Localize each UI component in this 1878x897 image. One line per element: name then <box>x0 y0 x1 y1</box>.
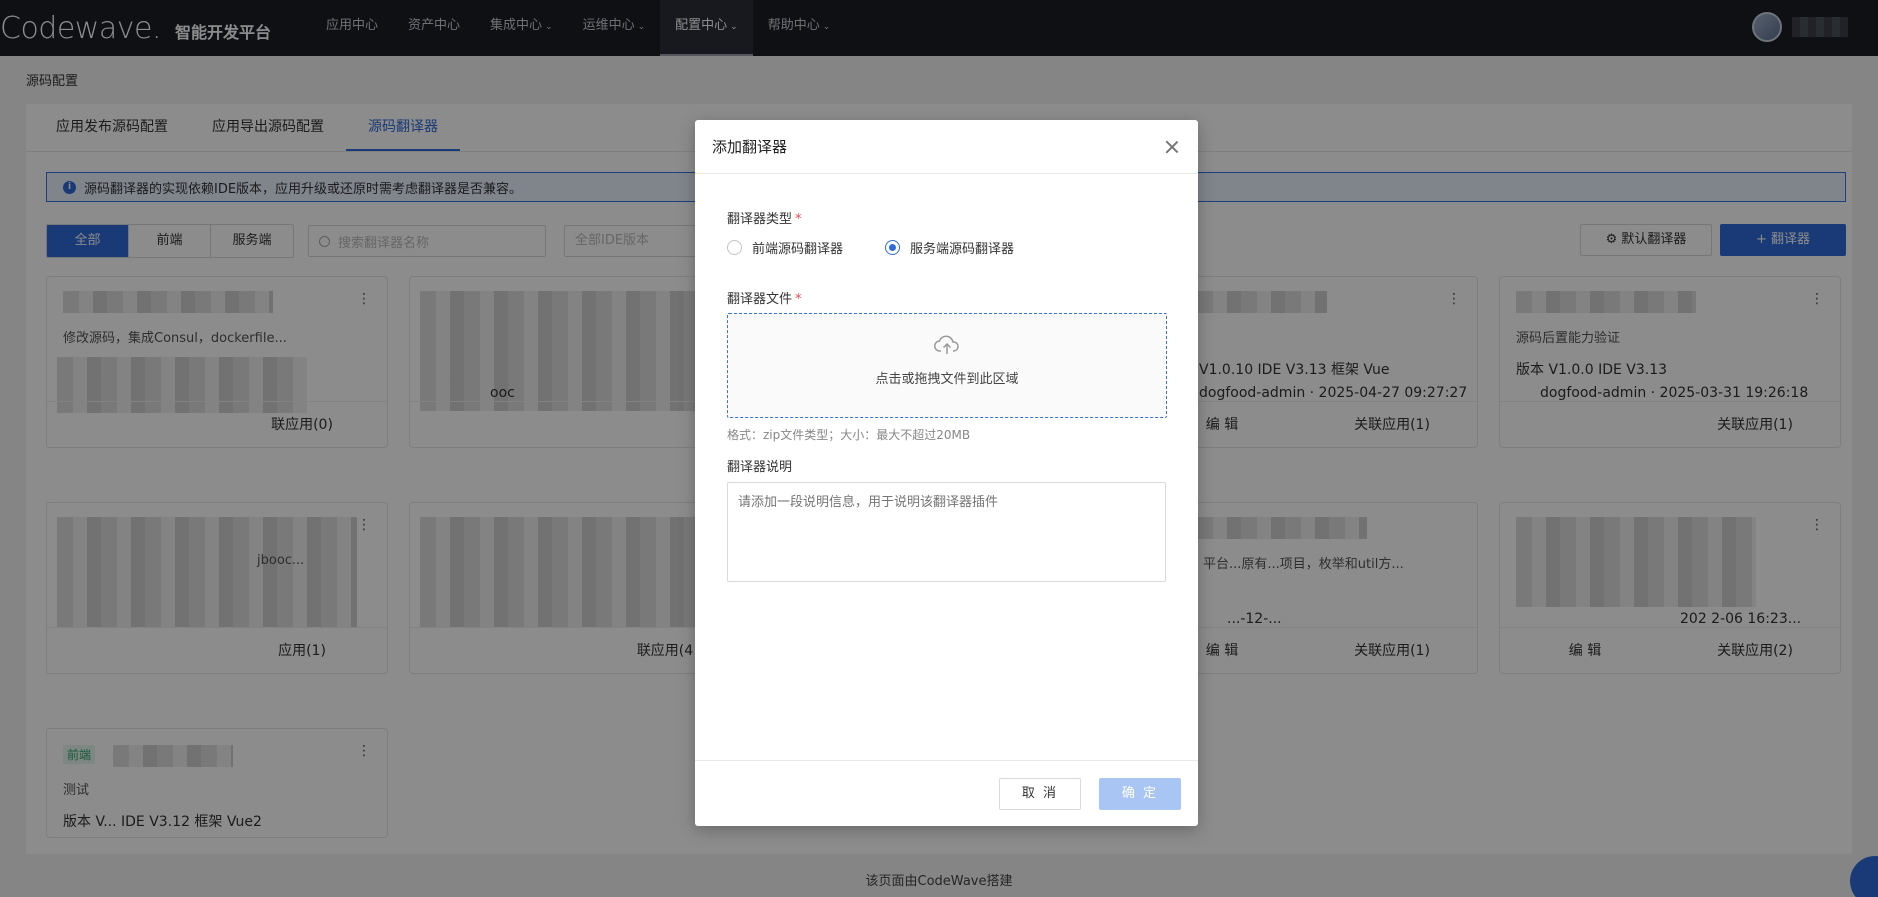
translator-type-radio-group: 前端源码翻译器 服务端源码翻译器 <box>727 238 1056 257</box>
close-icon[interactable] <box>1163 138 1181 156</box>
add-translator-dialog: 添加翻译器 翻译器类型 * 前端源码翻译器 服务端源码翻译器 翻译器文件 * 点击或… <box>695 120 1198 826</box>
upload-hint-text: 点击或拖拽文件到此区域 <box>875 372 1019 387</box>
label-text: 翻译器说明 <box>727 460 793 475</box>
label-text: 翻译器文件 <box>727 292 793 307</box>
required-mark: * <box>795 212 802 227</box>
radio-dot[interactable] <box>885 240 901 255</box>
radio-label: 服务端源码翻译器 <box>910 242 1015 257</box>
label-text: 翻译器类型 <box>727 212 793 227</box>
cloud-upload-icon <box>934 335 959 354</box>
radio-backend-translator[interactable]: 服务端源码翻译器 <box>885 238 1014 257</box>
radio-dot[interactable] <box>727 240 742 255</box>
dialog-footer: 取 消 确 定 <box>695 760 1198 826</box>
file-upload-dropzone[interactable]: 点击或拖拽文件到此区域 <box>727 313 1167 418</box>
cancel-button[interactable]: 取 消 <box>999 778 1081 810</box>
translator-desc-textarea[interactable] <box>727 482 1166 582</box>
radio-label: 前端源码翻译器 <box>752 242 844 257</box>
required-mark: * <box>795 292 802 307</box>
file-format-hint: 格式：zip文件类型；大小：最大不超过20MB <box>727 428 971 442</box>
confirm-button[interactable]: 确 定 <box>1099 778 1181 810</box>
radio-frontend-translator[interactable]: 前端源码翻译器 <box>727 238 843 257</box>
dialog-title: 添加翻译器 <box>712 138 788 156</box>
translator-desc-label: 翻译器说明 <box>727 456 792 475</box>
translator-file-label: 翻译器文件 * <box>727 288 802 307</box>
dialog-header: 添加翻译器 <box>695 120 1198 174</box>
translator-type-label: 翻译器类型 * <box>727 208 802 227</box>
